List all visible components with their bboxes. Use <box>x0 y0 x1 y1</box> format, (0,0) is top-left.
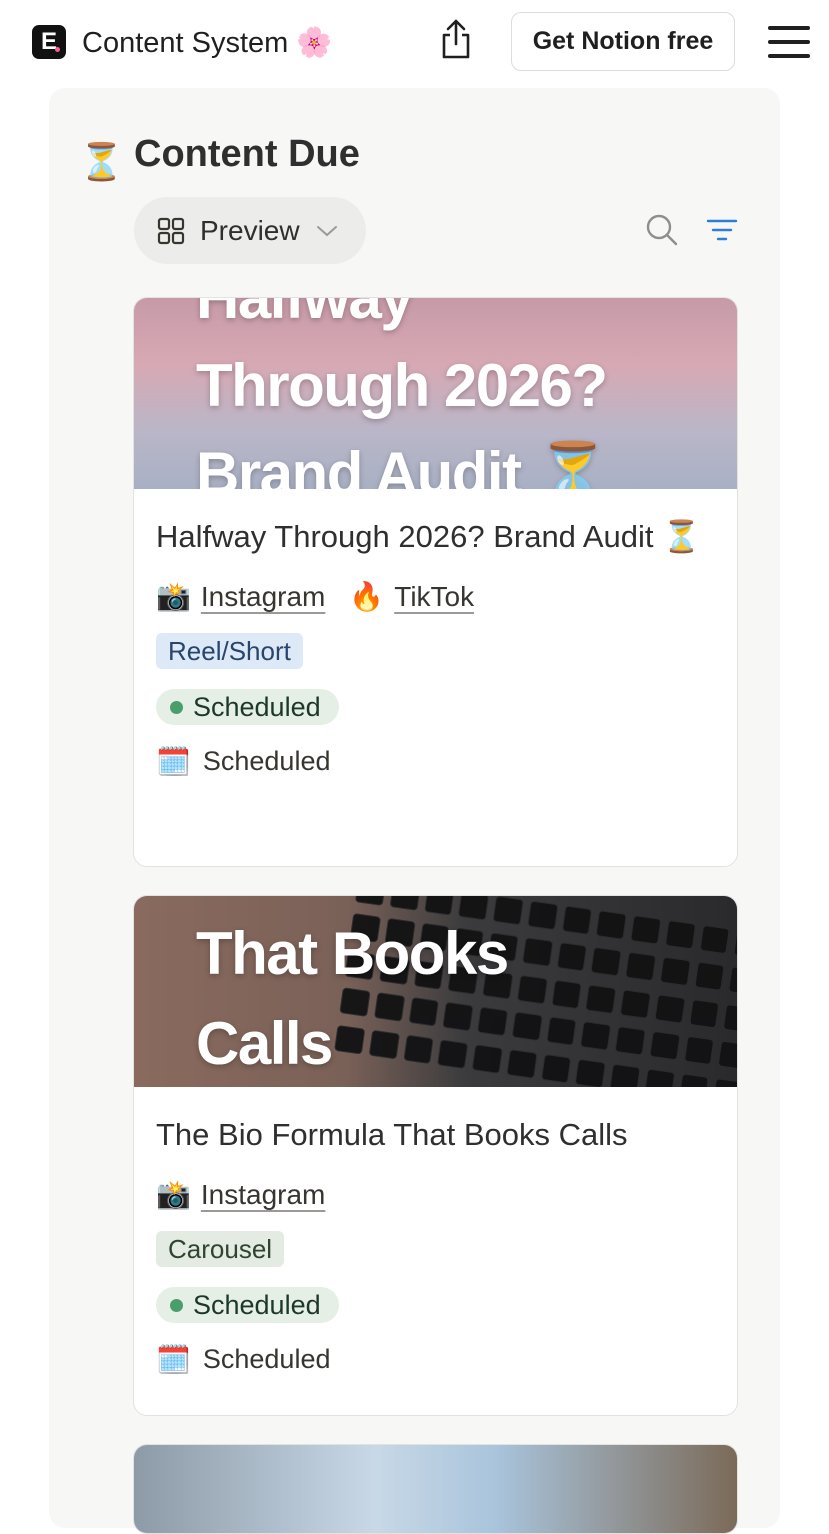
card-cover-image <box>134 1445 737 1533</box>
platform-list: 📸 Instagram 🔥 TikTok <box>156 577 715 617</box>
menu-line <box>768 26 810 30</box>
get-notion-free-button[interactable]: Get Notion free <box>511 12 735 71</box>
camera-icon: 📸 <box>156 1179 191 1210</box>
share-icon <box>442 19 470 59</box>
platform-link-instagram[interactable]: Instagram <box>201 1179 326 1211</box>
calendar-icon: 🗓️ <box>156 746 191 777</box>
status-dot <box>170 1298 183 1312</box>
logo-letter: E <box>40 28 57 55</box>
platform-link-tiktok[interactable]: TikTok <box>394 581 474 613</box>
status-badge: Scheduled <box>156 689 339 725</box>
card-title[interactable]: Halfway Through 2026? Brand Audit ⏳ <box>156 515 715 559</box>
site-title[interactable]: Content System 🌸 <box>82 23 332 63</box>
platform-list: 📸 Instagram <box>156 1175 715 1215</box>
view-label: Preview <box>200 214 300 246</box>
fire-icon: 🔥 <box>349 581 385 612</box>
site-logo-icon[interactable]: E <box>32 25 66 59</box>
filter-icon <box>706 219 738 241</box>
gallery-card[interactable] <box>133 1444 738 1534</box>
search-icon <box>646 214 678 246</box>
hamburger-menu-icon[interactable] <box>768 22 810 62</box>
date-label: Scheduled <box>202 746 331 776</box>
camera-icon: 📸 <box>156 581 191 612</box>
database-title[interactable]: Content Due <box>134 130 360 178</box>
status-dot <box>170 700 183 714</box>
gallery-card[interactable]: That Books Calls The Bio Formula That Bo… <box>133 895 738 1416</box>
cover-text-line: Halfway <box>196 298 414 328</box>
calendar-icon: 🗓️ <box>156 1344 191 1375</box>
format-tag: Reel/Short <box>156 633 303 669</box>
platform-link-instagram[interactable]: Instagram <box>201 581 326 613</box>
status-label: Scheduled <box>193 692 321 722</box>
status-badge: Scheduled <box>156 1287 339 1323</box>
hourglass-icon: ⏳ <box>79 141 124 182</box>
share-button[interactable] <box>436 16 476 62</box>
card-title[interactable]: The Bio Formula That Books Calls <box>156 1113 715 1157</box>
card-cover-image: Halfway Through 2026? Brand Audit ⏳ <box>134 298 737 489</box>
menu-line <box>768 40 810 44</box>
status-label: Scheduled <box>193 1290 321 1320</box>
cover-text-line: That Books <box>196 920 509 987</box>
search-button[interactable] <box>644 212 680 248</box>
gallery-card[interactable]: Halfway Through 2026? Brand Audit ⏳ Half… <box>133 297 738 867</box>
date-property: 🗓️ Scheduled <box>156 745 715 778</box>
filter-button[interactable] <box>704 212 740 248</box>
format-tag: Carousel <box>156 1231 285 1267</box>
top-bar: E Content System 🌸 Get Notion free <box>0 0 829 86</box>
chevron-down-icon <box>316 225 337 236</box>
cover-text-line: Calls <box>196 1010 333 1077</box>
cover-text-line: Brand Audit ⏳ <box>196 440 610 490</box>
card-cover-image: That Books Calls <box>134 896 737 1087</box>
logo-dot <box>55 47 60 52</box>
date-label: Scheduled <box>202 1344 331 1374</box>
cover-text-line: Through 2026? <box>196 352 608 419</box>
menu-line <box>768 54 810 58</box>
gallery-grid-icon <box>157 217 185 244</box>
date-property: 🗓️ Scheduled <box>156 1343 715 1376</box>
view-selector[interactable]: Preview <box>134 197 366 264</box>
